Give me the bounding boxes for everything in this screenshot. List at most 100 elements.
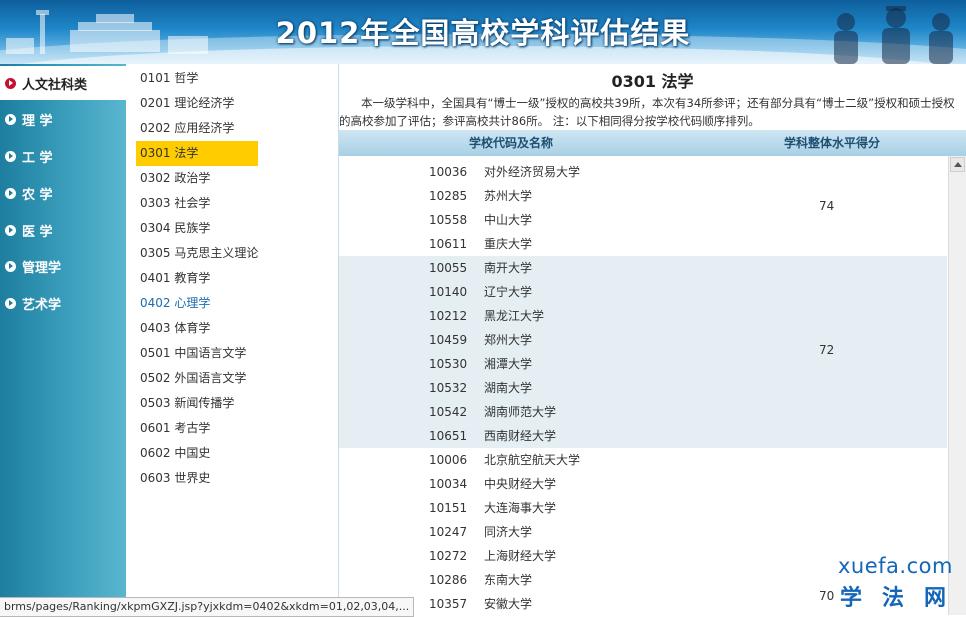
school-code: 10272: [429, 549, 468, 563]
subject-link[interactable]: 0303 社会学: [136, 191, 258, 216]
school-name: 对外经济贸易大学: [484, 165, 581, 179]
header-banner: 2012年全国高校学科评估结果: [0, 0, 966, 64]
table-row: 10140 辽宁大学: [339, 280, 947, 304]
category-label: 人文社科类: [22, 77, 88, 93]
category-label: 工 学: [22, 150, 53, 166]
main-content: 0301 法学 本一级学科中，全国具有“博士一级”授权的高校共39所，本次有34…: [339, 64, 966, 615]
watermark-text: 学法网: [840, 586, 966, 611]
table-row: 10459 郑州大学: [339, 328, 947, 352]
school-code: 10286: [429, 573, 468, 587]
school-code: 10459: [429, 333, 468, 347]
school-code: 10357: [429, 597, 468, 611]
category-label: 艺术学: [22, 297, 62, 313]
arrow-bullet-icon: [5, 77, 16, 89]
discipline-title: 0301 法学: [611, 72, 694, 91]
school-code: 10532: [429, 381, 468, 395]
table-row: 10532 湖南大学: [339, 376, 947, 400]
subject-link[interactable]: 0101 哲学: [136, 66, 258, 91]
school-code: 10285: [429, 189, 468, 203]
subject-link[interactable]: 0503 新闻传播学: [136, 391, 258, 416]
arrow-bullet-icon: [5, 224, 16, 236]
school-name: 中央财经大学: [484, 477, 557, 491]
category-item[interactable]: 工 学: [0, 139, 126, 173]
school-name: 北京航空航天大学: [484, 453, 581, 467]
school-name: 同济大学: [484, 525, 533, 539]
discipline-intro: 本一级学科中，全国具有“博士一级”授权的高校共39所，本次有34所参评；还有部分…: [339, 96, 955, 128]
subject-link[interactable]: 0502 外国语言文学: [136, 366, 258, 391]
group-score: 74: [819, 199, 835, 213]
table-row: 10212 黑龙江大学: [339, 304, 947, 328]
vertical-scrollbar[interactable]: [948, 156, 966, 615]
school-name: 黑龙江大学: [484, 309, 545, 323]
table-row: 10036 对外经济贸易大学: [339, 160, 947, 184]
table-row: 10034 中央财经大学: [339, 472, 947, 496]
subject-link[interactable]: 0202 应用经济学: [136, 116, 258, 141]
category-item[interactable]: 理 学: [0, 102, 126, 136]
school-code: 10611: [429, 237, 468, 251]
scroll-up-arrow-icon[interactable]: [950, 157, 965, 172]
subject-link[interactable]: 0602 中国史: [136, 441, 258, 466]
school-code: 10036: [429, 165, 468, 179]
subject-link[interactable]: 0402 心理学: [136, 291, 258, 316]
group-score: 72: [819, 343, 835, 357]
watermark-domain: xuefa.com: [838, 554, 953, 578]
score-group: 10055 南开大学 10140 辽宁大学 10212 黑龙江大学 10459 郑州大学 105…: [339, 256, 947, 448]
school-code: 10055: [429, 261, 468, 275]
school-code: 10542: [429, 405, 468, 419]
table-row: 10247 同济大学: [339, 520, 947, 544]
column-header-school: 学校代码及名称: [469, 136, 554, 150]
school-code: 10212: [429, 309, 468, 323]
school-name: 湖南师范大学: [484, 405, 557, 419]
table-row: 10542 湖南师范大学: [339, 400, 947, 424]
subject-link[interactable]: 0601 考古学: [136, 416, 258, 441]
table-row: 10651 西南财经大学: [339, 424, 947, 448]
arrow-bullet-icon: [5, 297, 16, 309]
school-name: 南开大学: [484, 261, 533, 275]
school-code: 10651: [429, 429, 468, 443]
category-item[interactable]: 管理学: [0, 249, 126, 283]
subject-list: 0101 哲学 0201 理论经济学 0202 应用经济学 0301 法学 0302 政…: [126, 64, 339, 615]
table-row: 10151 大连海事大学: [339, 496, 947, 520]
school-code: 10558: [429, 213, 468, 227]
school-code: 10006: [429, 453, 468, 467]
score-group: 10036 对外经济贸易大学 10285 苏州大学 10558 中山大学 10611 重庆大学…: [339, 160, 947, 256]
school-name: 郑州大学: [484, 333, 533, 347]
school-name: 中山大学: [484, 213, 533, 227]
school-name: 西南财经大学: [484, 429, 557, 443]
subject-link[interactable]: 0301 法学: [136, 141, 258, 166]
school-name: 东南大学: [484, 573, 533, 587]
arrow-bullet-icon: [5, 113, 16, 125]
school-name: 安徽大学: [484, 597, 533, 611]
subject-link[interactable]: 0201 理论经济学: [136, 91, 258, 116]
school-name: 大连海事大学: [484, 501, 557, 515]
category-item[interactable]: 人文社科类: [0, 66, 128, 100]
table-row: 10006 北京航空航天大学: [339, 448, 947, 472]
category-label: 理 学: [22, 113, 53, 129]
table-row: 10055 南开大学: [339, 256, 947, 280]
category-label: 医 学: [22, 224, 53, 240]
subject-link[interactable]: 0401 教育学: [136, 266, 258, 291]
school-code: 10247: [429, 525, 468, 539]
school-name: 湘潭大学: [484, 357, 533, 371]
category-label: 管理学: [22, 260, 62, 276]
category-label: 农 学: [22, 187, 53, 203]
school-code: 10151: [429, 501, 468, 515]
group-score: 70: [819, 589, 835, 603]
subject-link[interactable]: 0304 民族学: [136, 216, 258, 241]
subject-link[interactable]: 0403 体育学: [136, 316, 258, 341]
category-item[interactable]: 农 学: [0, 176, 126, 210]
subject-link[interactable]: 0501 中国语言文学: [136, 341, 258, 366]
table-row: 10530 湘潭大学: [339, 352, 947, 376]
subject-link[interactable]: 0302 政治学: [136, 166, 258, 191]
ranking-table[interactable]: 10036 对外经济贸易大学 10285 苏州大学 10558 中山大学 10611 重庆大学…: [339, 156, 947, 615]
category-item[interactable]: 医 学: [0, 213, 126, 247]
page-title: 2012年全国高校学科评估结果: [275, 16, 691, 50]
category-item[interactable]: 艺术学: [0, 286, 126, 320]
subject-link[interactable]: 0603 世界史: [136, 466, 258, 491]
column-header-score: 学科整体水平得分: [784, 136, 881, 150]
table-row: 10611 重庆大学: [339, 232, 947, 256]
table-row: 10285 苏州大学: [339, 184, 947, 208]
subject-link[interactable]: 0305 马克思主义理论: [136, 241, 258, 266]
category-nav: 人文社科类理 学工 学农 学医 学管理学艺术学: [0, 64, 128, 615]
school-code: 10530: [429, 357, 468, 371]
